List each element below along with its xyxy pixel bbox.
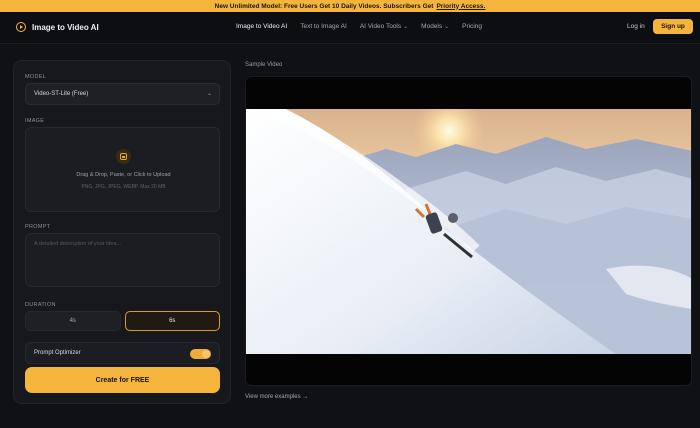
login-link[interactable]: Log in: [627, 23, 645, 30]
main-menu: Image to Video AI Text to Image AI AI Vi…: [236, 23, 482, 30]
play-logo-icon: [16, 22, 26, 32]
upload-file-hint: PNG, JPG, JPEG, WEBP. Max 20 MB: [81, 184, 166, 190]
duration-option-6s[interactable]: 6s: [124, 311, 220, 331]
brand-logo[interactable]: Image to Video AI: [16, 22, 99, 32]
prompt-optimizer-toggle[interactable]: [190, 349, 211, 359]
chevron-down-icon: ⌄: [403, 24, 409, 30]
model-select[interactable]: Video-ST-Lite (Free) ⌄: [25, 83, 220, 105]
prompt-optimizer-label: Prompt Optimizer: [34, 350, 81, 356]
nav-item-models[interactable]: Models ⌄: [421, 23, 449, 30]
nav-item-image-to-video[interactable]: Image to Video AI: [236, 23, 287, 30]
announcement-banner: New Unlimited Model: Free Users Get 10 D…: [0, 0, 700, 12]
banner-text: New Unlimited Model: Free Users Get 10 D…: [214, 2, 434, 10]
upload-instructions: Drag & Drop, Paste, or Click to Upload: [76, 172, 171, 178]
image-upload-dropzone[interactable]: Drag & Drop, Paste, or Click to Upload P…: [25, 127, 220, 212]
top-navbar: Image to Video AI Image to Video AI Text…: [0, 12, 700, 44]
signup-button[interactable]: Sign up: [653, 19, 693, 34]
nav-item-text-to-image[interactable]: Text to Image AI: [300, 23, 347, 30]
duration-label: DURATION: [25, 302, 56, 308]
generator-panel: MODEL Video-ST-Lite (Free) ⌄ IMAGE Drag …: [13, 60, 231, 404]
sample-video-label: Sample Video: [245, 62, 283, 68]
model-label: MODEL: [25, 74, 47, 80]
priority-access-link[interactable]: Priority Access.: [436, 3, 485, 10]
sample-video-frame: [246, 109, 691, 354]
create-button[interactable]: Create for FREE: [25, 367, 220, 393]
duration-option-4s[interactable]: 4s: [25, 311, 121, 331]
chevron-down-icon: ⌄: [444, 24, 450, 30]
duration-selector: 4s 6s: [25, 311, 220, 331]
model-select-value: Video-ST-Lite (Free): [34, 91, 89, 97]
prompt-optimizer-row: Prompt Optimizer: [25, 342, 220, 364]
view-more-examples-link[interactable]: View more examples →: [245, 394, 308, 400]
image-upload-icon: [116, 149, 131, 164]
video-player[interactable]: [245, 76, 692, 386]
chevron-down-icon: ⌄: [206, 91, 212, 97]
brand-name: Image to Video AI: [32, 22, 99, 32]
prompt-input[interactable]: [25, 233, 220, 287]
prompt-label: PROMPT: [25, 224, 51, 230]
nav-item-pricing[interactable]: Pricing: [462, 23, 482, 30]
image-label: IMAGE: [25, 118, 45, 124]
nav-item-ai-video-tools[interactable]: AI Video Tools ⌄: [360, 23, 408, 30]
